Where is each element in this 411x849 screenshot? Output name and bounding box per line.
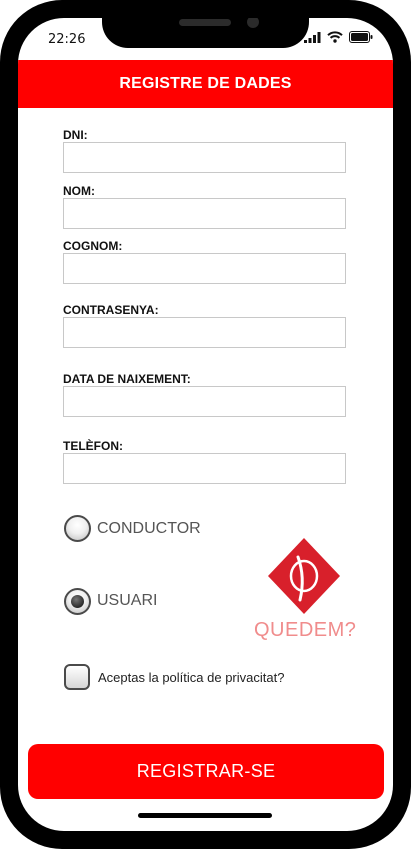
status-time: 22:26 (48, 32, 86, 47)
app-screen: 22:26 REGISTRE DE DADES DNI: NOM: COGNOM… (18, 18, 393, 831)
contrasenya-label: CONTRASENYA: (63, 303, 159, 317)
privacy-label[interactable]: Aceptas la política de privacitat? (98, 670, 284, 685)
dni-label: DNI: (63, 128, 88, 142)
conductor-radio-label[interactable]: CONDUCTOR (97, 520, 201, 538)
conductor-radio[interactable] (64, 515, 91, 542)
notch (102, 18, 309, 48)
page-header: REGISTRE DE DADES (18, 60, 393, 108)
register-button-label: REGISTRAR-SE (136, 761, 276, 781)
cognom-field[interactable] (63, 253, 346, 284)
phone-field[interactable] (63, 453, 346, 484)
home-indicator (138, 813, 272, 818)
battery-icon (349, 31, 373, 43)
dni-field[interactable] (63, 142, 346, 173)
telefon-label: TELÈFON: (63, 439, 123, 453)
page-title: REGISTRE DE DADES (119, 75, 292, 92)
front-camera (247, 18, 259, 28)
usuari-radio[interactable] (64, 588, 91, 615)
logo-text: QUEDEM? (254, 619, 357, 641)
radio-selected-dot (71, 595, 84, 608)
birthdate-field[interactable] (63, 386, 346, 417)
cognom-label: COGNOM: (63, 239, 123, 253)
nom-label: NOM: (63, 184, 95, 198)
signal-icon (304, 31, 321, 43)
birthdate-label: DATA DE NAIXEMENT: (63, 372, 191, 386)
status-icons (304, 31, 373, 43)
nom-field[interactable] (63, 198, 346, 229)
speaker (179, 19, 231, 26)
privacy-checkbox[interactable] (64, 664, 90, 690)
phone-frame: 22:26 REGISTRE DE DADES DNI: NOM: COGNOM… (0, 0, 411, 849)
password-field[interactable] (63, 317, 346, 348)
usuari-radio-label[interactable]: USUARI (97, 592, 157, 610)
wifi-icon (327, 31, 343, 43)
register-button[interactable]: REGISTRAR-SE (28, 744, 384, 799)
